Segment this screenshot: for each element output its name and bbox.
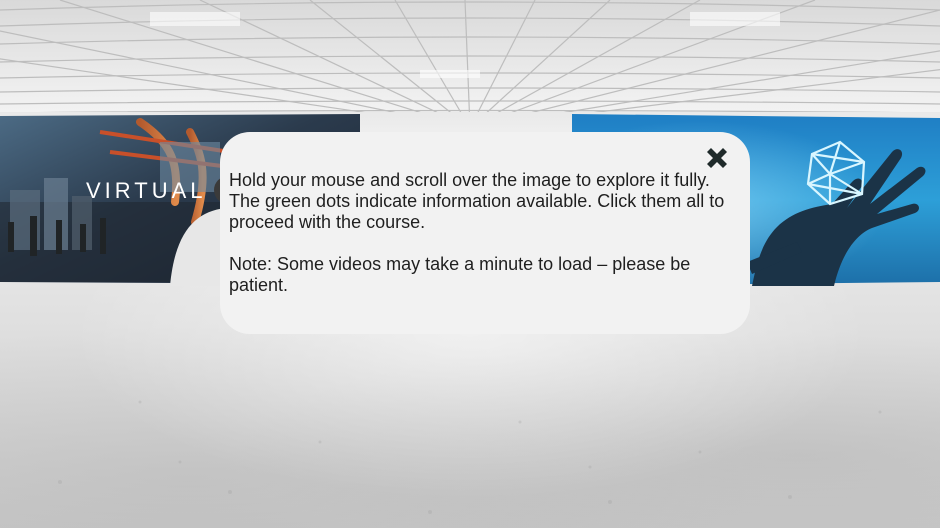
note-text: Note: Some videos may take a minute to l… <box>229 254 691 295</box>
close-icon[interactable] <box>704 145 730 171</box>
close-button[interactable] <box>702 143 732 173</box>
virtual-caption: VIRTUAL <box>86 178 207 203</box>
vr-scene[interactable]: VIRTUAL Hold your mouse and scroll over … <box>0 0 940 528</box>
instruction-dialog: Hold your mouse and scroll over the imag… <box>220 132 750 334</box>
instruction-text: Hold your mouse and scroll over the imag… <box>229 170 725 232</box>
